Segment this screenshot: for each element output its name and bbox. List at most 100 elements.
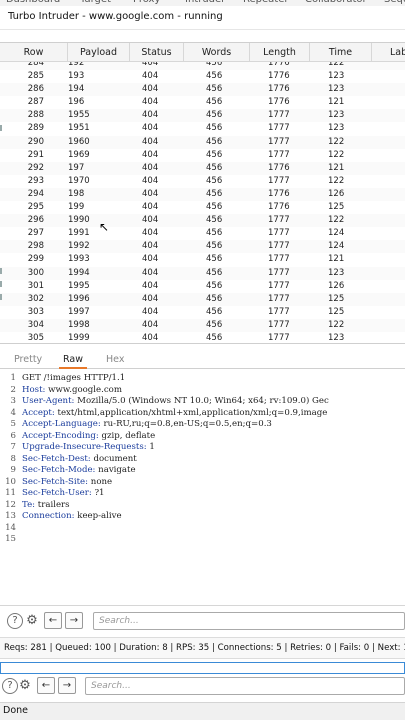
background-tab[interactable]: Proxy: [133, 0, 160, 5]
table-row[interactable]: 294 198 404 456 1776 126: [0, 187, 405, 202]
column-header-payload[interactable]: Payload: [68, 43, 130, 62]
table-row[interactable]: 295 199 404 456 1776 125: [0, 201, 405, 214]
cell-status: 404: [142, 228, 159, 239]
cell-time: 121: [328, 97, 345, 108]
cell-length: 1777: [268, 149, 290, 160]
cell-row: 301: [27, 280, 44, 291]
table-row[interactable]: 304 1998 404 456 1777 122: [0, 318, 405, 332]
cell-length: 1777: [268, 241, 290, 252]
table-row[interactable]: 303 1997 404 456 1777 125: [0, 306, 405, 319]
results-table-body[interactable]: 284 192 404 456 1776 122 285 193 404 456 1776 123 28…: [0, 57, 405, 343]
cell-time: 126: [328, 188, 345, 199]
table-row[interactable]: 288 1955 404 456 1777 123: [0, 109, 405, 123]
cell-words: 456: [206, 215, 223, 226]
table-row[interactable]: 286 194 404 456 1776 123: [0, 83, 405, 97]
cell-status: 404: [142, 293, 159, 304]
header-name: Sec-Fetch-Dest:: [22, 453, 91, 464]
code-text: GET /!images HTTP/1.1: [22, 373, 125, 385]
table-row[interactable]: 300 1994 404 456 1777 123: [0, 266, 405, 280]
cell-row: 298: [27, 241, 44, 252]
table-row[interactable]: 290 1960 404 456 1777 122: [0, 135, 405, 149]
table-row[interactable]: 305 1999 404 456 1777 123: [0, 332, 405, 343]
arrow-right-icon: →: [62, 680, 72, 691]
column-header-status[interactable]: Status: [130, 43, 184, 62]
table-row[interactable]: 302 1996 404 456 1777 125: [0, 292, 405, 306]
cell-status: 404: [142, 215, 159, 226]
cell-words: 456: [206, 280, 223, 291]
cell-payload: 193: [68, 71, 85, 82]
focused-input-bar[interactable]: [0, 662, 405, 674]
table-row[interactable]: 289 1951 404 456 1777 123: [0, 122, 405, 135]
tab-pretty[interactable]: Pretty: [10, 351, 46, 369]
editor-search-input[interactable]: Search...: [93, 612, 405, 630]
header-name: Accept:: [22, 407, 55, 418]
bottom-search-input[interactable]: Search...: [85, 677, 405, 695]
back-button[interactable]: ←: [44, 612, 62, 629]
cell-time: 121: [328, 254, 345, 265]
results-table[interactable]: 284 192 404 456 1776 122 285 193 404 456 1776 123 28…: [0, 42, 405, 344]
cell-payload: 1990: [68, 215, 90, 226]
cell-status: 404: [142, 202, 159, 213]
table-row[interactable]: 292 197 404 456 1776 121: [0, 161, 405, 175]
table-row[interactable]: 287 196 404 456 1776 121: [0, 96, 405, 109]
background-tab[interactable]: Collaborator: [305, 0, 367, 5]
code-text: Te: trailers: [22, 500, 70, 512]
tab-hex[interactable]: Hex: [102, 351, 128, 369]
cell-length: 1777: [268, 136, 290, 147]
table-row[interactable]: 285 193 404 456 1776 123: [0, 70, 405, 83]
table-row[interactable]: 297 1991 404 456 1777 124: [0, 227, 405, 240]
tab-raw[interactable]: Raw: [59, 351, 87, 369]
line-number: 8: [10, 453, 16, 464]
forward-button[interactable]: →: [58, 677, 76, 694]
cell-payload: 1991: [68, 228, 90, 239]
cell-length: 1777: [268, 175, 290, 186]
code-text: Host: www.google.com: [22, 385, 122, 397]
cell-time: 123: [328, 84, 345, 95]
column-header-lab[interactable]: Lab: [372, 43, 405, 62]
background-tab[interactable]: Repeater: [243, 0, 288, 5]
header-name: Connection:: [22, 511, 75, 521]
column-header-length[interactable]: Length: [250, 43, 310, 62]
cell-status: 404: [142, 306, 159, 317]
back-button[interactable]: ←: [37, 677, 55, 694]
table-row[interactable]: 291 1969 404 456 1777 122: [0, 149, 405, 162]
line-number: 1: [10, 373, 16, 383]
header-value: www.google.com: [45, 384, 123, 395]
cell-time: 126: [328, 280, 345, 291]
background-tab[interactable]: Intruder: [185, 0, 225, 5]
header-value: text/html,application/xhtml+xml,applicat…: [54, 407, 328, 418]
cell-time: 125: [328, 306, 345, 317]
cell-words: 456: [206, 162, 223, 173]
table-row[interactable]: 299 1993 404 456 1777 121: [0, 253, 405, 266]
column-header-words[interactable]: Words: [184, 43, 250, 62]
request-editor[interactable]: 1 GET /!images HTTP/1.1 2 Host: www.google.…: [0, 370, 405, 606]
spacer: [0, 30, 405, 42]
table-row[interactable]: 293 1970 404 456 1777 122: [0, 175, 405, 188]
table-row[interactable]: 298 1992 404 456 1777 124: [0, 240, 405, 254]
background-tab[interactable]: Target: [80, 0, 111, 5]
row-marker: [0, 294, 2, 300]
forward-button[interactable]: →: [65, 612, 83, 629]
cell-row: 289: [27, 123, 44, 134]
cell-words: 456: [206, 188, 223, 199]
table-row[interactable]: 296 1990 404 456 1777 122: [0, 214, 405, 228]
cell-time: 122: [328, 149, 345, 160]
cell-row: 292: [27, 162, 44, 173]
column-header-row[interactable]: Row: [0, 43, 68, 62]
cell-time: 122: [328, 136, 345, 147]
help-icon[interactable]: ?: [7, 613, 23, 629]
gear-icon[interactable]: ⚙: [24, 613, 40, 629]
cell-words: 456: [206, 97, 223, 108]
header-value: navigate: [95, 465, 136, 475]
line-number: 10: [5, 476, 16, 487]
gear-icon[interactable]: ⚙: [17, 678, 33, 694]
cell-time: 124: [328, 241, 345, 252]
table-row[interactable]: 301 1995 404 456 1777 126: [0, 280, 405, 293]
editor-toolbar: ? ⚙ ← → Search...: [0, 609, 405, 635]
line-number: 6: [10, 430, 16, 441]
cell-words: 456: [206, 332, 223, 343]
column-header-time[interactable]: Time: [310, 43, 372, 62]
background-tab[interactable]: Sequ: [384, 0, 405, 5]
background-tab[interactable]: Dashboard: [6, 0, 60, 5]
help-icon[interactable]: ?: [2, 678, 18, 694]
